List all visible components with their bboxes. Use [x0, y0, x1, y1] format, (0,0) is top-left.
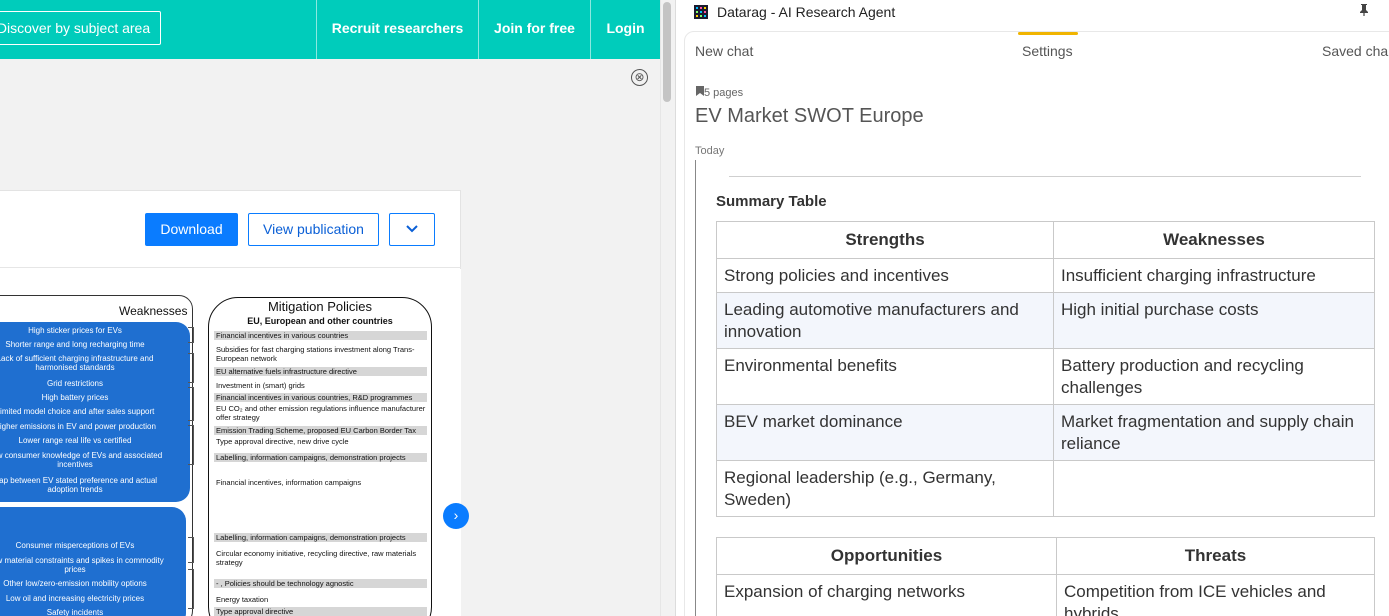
table-cell: Regional leadership (e.g., Germany, Swed…: [716, 460, 1054, 517]
weakness-item: Raw material constraints and spikes in c…: [0, 556, 164, 574]
publication-card: Download View publication Weaknesses Hig…: [0, 190, 461, 616]
connector: [188, 327, 194, 343]
bookmark-icon: [696, 86, 704, 96]
weakness-item: Grid restrictions: [46, 379, 103, 388]
connector: [188, 537, 194, 563]
table-header-row: Strengths Weaknesses: [716, 221, 1375, 259]
pin-icon[interactable]: [1358, 3, 1370, 17]
mitigation-subheading: EU, European and other countries: [247, 316, 393, 326]
mitigation-item: Type approval directive: [214, 607, 427, 616]
weakness-item: Other low/zero-emission mobility options: [3, 579, 147, 588]
mitigation-item: Investment in (smart) grids: [216, 381, 305, 390]
table-cell: Leading automotive manufacturers and inn…: [716, 292, 1054, 349]
tab-settings[interactable]: Settings: [1022, 43, 1073, 59]
column-header: Strengths: [716, 221, 1054, 259]
summary-table-heading: Summary Table: [716, 193, 827, 210]
table-cell: Insufficient charging infrastructure: [1053, 258, 1375, 293]
app-title: Datarag - AI Research Agent: [717, 4, 896, 20]
date-separator: Today: [695, 145, 725, 157]
connector: [188, 387, 194, 421]
weakness-item: Low oil and increasing electricity price…: [5, 594, 145, 603]
table-row: Leading automotive manufacturers and inn…: [716, 292, 1375, 349]
recruit-researchers-link[interactable]: Recruit researchers: [316, 0, 478, 59]
table-cell: High initial purchase costs: [1053, 292, 1375, 349]
mitigation-item: Circular economy initiative, recycling d…: [216, 549, 417, 567]
weakness-item: High battery prices: [41, 393, 109, 402]
mitigation-heading: Mitigation Policies: [267, 299, 373, 314]
connector: [188, 353, 194, 383]
table-cell: BEV market dominance: [716, 404, 1054, 461]
mitigation-item: Labelling, information campaigns, demons…: [214, 533, 427, 542]
column-header: Opportunities: [716, 537, 1057, 575]
weakness-item: Lack of sufficient charging infrastructu…: [0, 354, 154, 372]
pages-badge: 5 pages: [696, 86, 743, 99]
publication-actions: Download View publication: [0, 191, 461, 268]
table-row: BEV market dominance Market fragmentatio…: [716, 404, 1375, 461]
weakness-item: Limited model choice and after sales sup…: [0, 407, 155, 416]
view-publication-button[interactable]: View publication: [248, 213, 379, 246]
mitigation-item: Financial incentives in various countrie…: [214, 331, 427, 340]
column-header: Weaknesses: [1053, 221, 1375, 259]
connector: [188, 425, 194, 465]
pages-count: 5 pages: [704, 87, 744, 99]
mitigation-item: Labelling, information campaigns, demons…: [214, 453, 427, 462]
table-row: Environmental benefits Battery productio…: [716, 348, 1375, 405]
mitigation-item: Financial incentives, information campai…: [216, 478, 362, 487]
weakness-item: Consumer misperceptions of EVs: [15, 541, 135, 550]
weakness-item: Higher emissions in EV and power product…: [0, 422, 156, 431]
publication-pane: Discover by subject area Recruit researc…: [0, 0, 675, 616]
app-logo-icon: [694, 5, 708, 19]
tab-new-chat[interactable]: New chat: [695, 43, 753, 59]
thread-line: [695, 160, 696, 616]
weakness-item: Lower range real life vs certified: [18, 436, 132, 445]
weakness-item: Safety incidents: [46, 608, 104, 616]
discover-button[interactable]: Discover by subject area: [0, 11, 161, 45]
site-header: Discover by subject area Recruit researc…: [0, 0, 660, 59]
mitigation-item: Subsidies for fast charging stations inv…: [216, 345, 415, 363]
weakness-item: Shorter range and long recharging time: [5, 340, 145, 349]
table-cell: Market fragmentation and supply chain re…: [1053, 404, 1375, 461]
publication-figure: Weaknesses High sticker prices for EVs S…: [0, 269, 461, 616]
table-cell: [1053, 460, 1375, 517]
connector: [188, 569, 194, 609]
chevron-down-icon-svg: [406, 225, 418, 233]
tab-saved-chats[interactable]: Saved cha: [1322, 43, 1388, 59]
table-cell: Strong policies and incentives: [716, 258, 1054, 293]
table-row: Strong policies and incentives Insuffici…: [716, 258, 1375, 293]
mitigation-item: EU CO₂ and other emission regulations in…: [216, 404, 426, 422]
close-icon[interactable]: ⊗: [631, 69, 648, 86]
mitigation-item: Type approval directive, new drive cycle: [216, 437, 349, 446]
mitigation-item: Emission Trading Scheme, proposed EU Car…: [214, 426, 427, 435]
download-button[interactable]: Download: [145, 213, 238, 246]
weaknesses-heading: Weaknesses: [119, 304, 188, 318]
swot-table-opportunities-threats: Opportunities Threats Expansion of charg…: [716, 537, 1375, 616]
mitigation-item: Financial incentives in various countrie…: [214, 393, 427, 402]
table-row: Expansion of charging networks Competiti…: [716, 574, 1375, 616]
column-header: Threats: [1056, 537, 1375, 575]
table-row: Regional leadership (e.g., Germany, Swed…: [716, 460, 1375, 517]
table-cell: Competition from ICE vehicles and hybrid…: [1056, 574, 1375, 616]
table-cell: Expansion of charging networks: [716, 574, 1057, 616]
chevron-down-icon[interactable]: [389, 213, 435, 246]
next-page-button[interactable]: ›: [443, 503, 469, 529]
weakness-item: Gap between EV stated preference and act…: [0, 476, 158, 494]
mitigation-item: - , Policies should be technology agnost…: [214, 579, 427, 588]
scrollbar-thumb[interactable]: [663, 2, 671, 102]
swot-table-strengths-weaknesses: Strengths Weaknesses Strong policies and…: [716, 221, 1375, 517]
table-cell: Battery production and recycling challen…: [1053, 348, 1375, 405]
join-link[interactable]: Join for free: [478, 0, 590, 59]
table-cell: Environmental benefits: [716, 348, 1054, 405]
table-header-row: Opportunities Threats: [716, 537, 1375, 575]
login-link[interactable]: Login: [590, 0, 660, 59]
chat-title: EV Market SWOT Europe: [695, 105, 924, 127]
active-tab-indicator: [1018, 32, 1078, 35]
weakness-item: Low consumer knowledge of EVs and associ…: [0, 451, 163, 469]
divider: [729, 176, 1361, 177]
agent-pane: Datarag - AI Research Agent New chat Set…: [675, 0, 1389, 616]
mitigation-item: Energy taxation: [216, 595, 269, 604]
weakness-item: High sticker prices for EVs: [28, 326, 122, 335]
screen: Discover by subject area Recruit researc…: [0, 0, 1389, 616]
mitigation-item: EU alternative fuels infrastructure dire…: [214, 367, 427, 376]
